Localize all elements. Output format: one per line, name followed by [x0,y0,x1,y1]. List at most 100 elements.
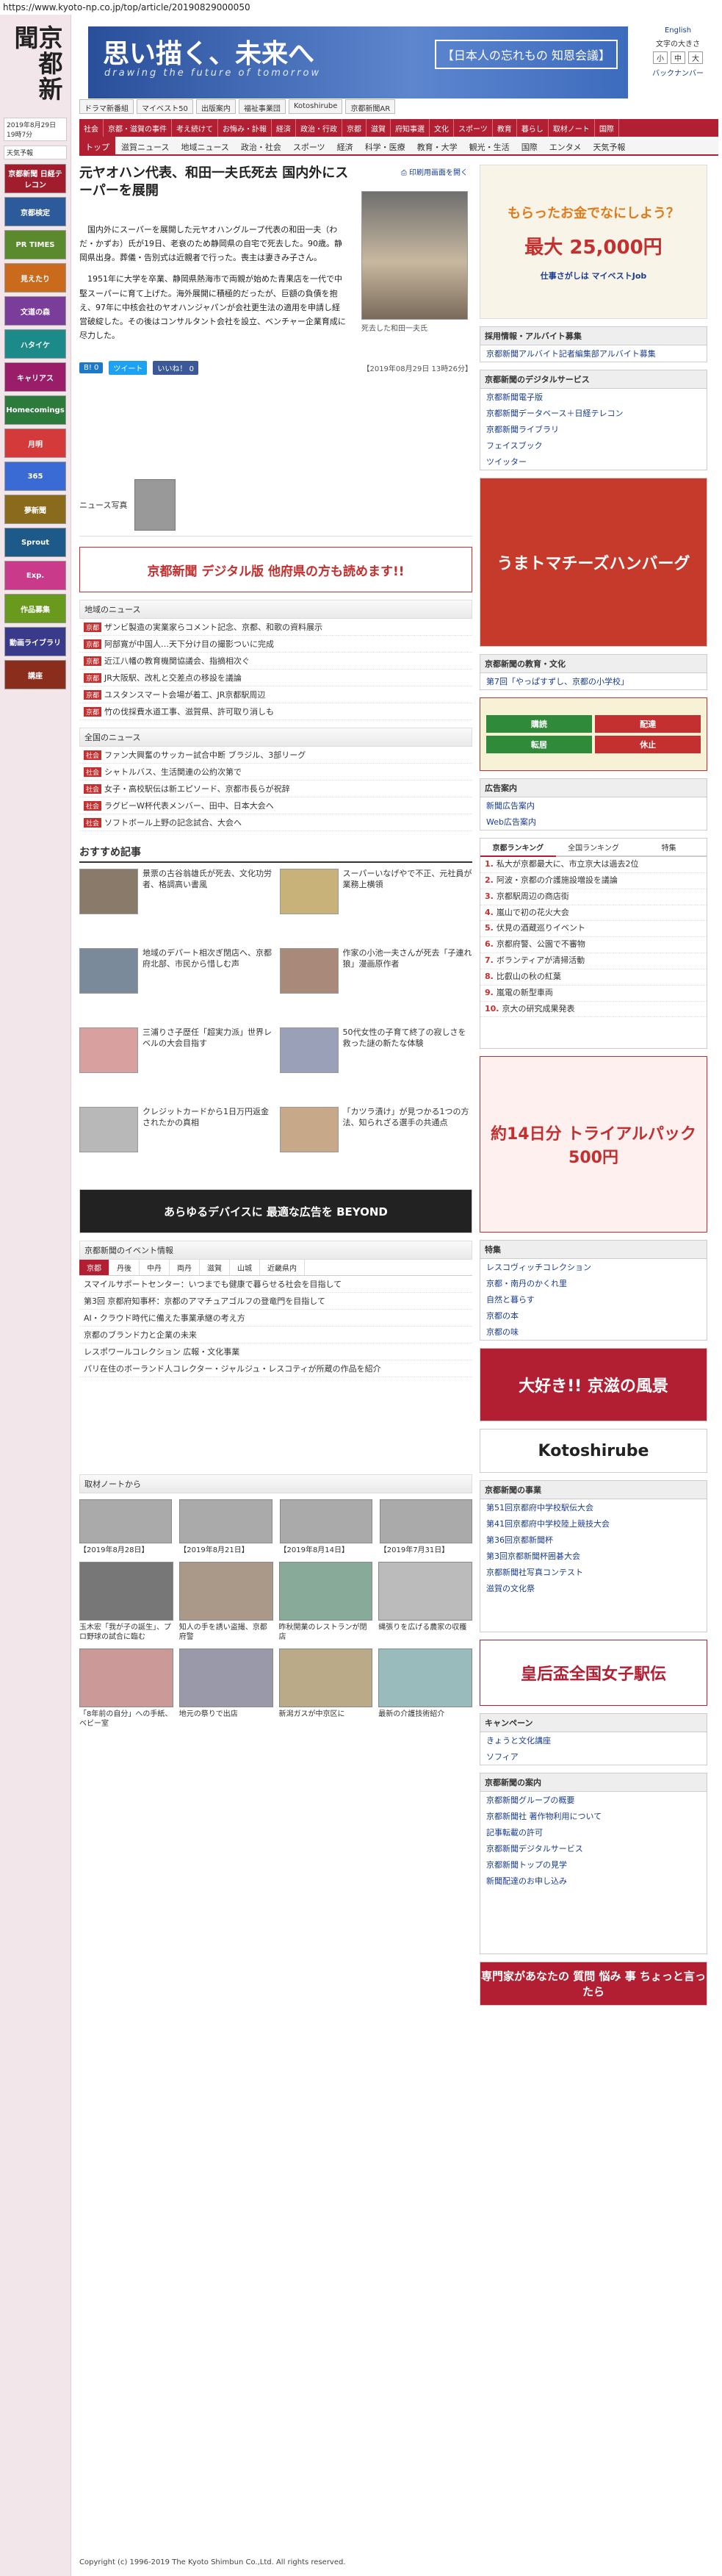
topic-nav-item[interactable]: 暮らし [517,119,549,137]
ranking-item[interactable]: 1. 私大が京都最大に、市立京大は過去2位 [480,857,707,873]
guide-link[interactable]: 京都新聞トップの見学 [480,1856,707,1873]
digital-link[interactable]: 京都新聞ライブラリ [480,421,707,437]
service-tile[interactable]: 配達 [595,715,701,733]
event-item[interactable]: 京都のブランド力と企業の未来 [79,1327,472,1343]
topic-nav-item[interactable]: お悔み・訃報 [218,119,272,137]
job-ad[interactable]: もらったお金でなにしよう？ 最大 25,000円 仕事さがしは マイベストJob [480,165,707,319]
left-banner[interactable]: 京都検定 [4,197,66,226]
service-grid-ad[interactable]: 購読 配達 転居 休止 [480,697,707,771]
font-large-button[interactable]: 大 [688,51,703,64]
event-item[interactable]: スマイルサポートセンター：いつまでも健康で暮らせる社会を目指して [79,1276,472,1293]
article-photo[interactable] [361,191,468,320]
national-news-item[interactable]: 社会 ファン大興奮のサッカー試合中断 ブラジル、3部リーグ [79,747,472,764]
note-card[interactable]: 【2019年8月28日】 [79,1499,173,1556]
topic-nav-item[interactable]: 府知事選 [391,119,430,137]
font-small-button[interactable]: 小 [653,51,668,64]
national-news-item[interactable]: 社会 シャトルバス、生活関連の公約次第で [79,764,472,781]
news-photo-thumb[interactable] [134,478,176,531]
recommend-card[interactable]: 「カツラ漬け」が見つかる1つの方法、知られざる選手の共通点 [279,1107,473,1177]
topic-nav-item[interactable]: 政治・行政 [296,119,342,137]
category-nav-item[interactable]: 天気予報 [587,137,631,154]
digital-link[interactable]: フェイスブック [480,437,707,453]
font-mid-button[interactable]: 中 [671,51,685,64]
event-item[interactable]: 第3回 京都府知事杯：京都のアマチュアゴルフの登竜門を目指して [79,1293,472,1310]
service-nav-item[interactable]: 福祉事業団 [238,99,286,114]
bottom-card[interactable]: 最新の介護技術紹介 [378,1648,472,1729]
service-nav-item[interactable]: 京都新聞AR [345,99,396,114]
note-card[interactable]: 【2019年8月14日】 [279,1499,372,1556]
service-tile[interactable]: 休止 [595,736,701,753]
left-banner[interactable]: 見えたり [4,263,66,293]
bottom-card[interactable]: 地元の祭りで出店 [178,1648,273,1729]
project-link[interactable]: 京都新聞社写真コンテスト [480,1564,707,1580]
recommend-card[interactable]: 50代女性の子育て終了の寂しさを救った謎の新たな体験 [279,1027,473,1098]
print-link[interactable]: ⎙ 印刷用画面を開く [401,166,468,177]
bottom-card[interactable]: 縄張りを広げる農家の収穫 [378,1561,472,1643]
left-banner[interactable]: 365 [4,462,66,491]
like-button[interactable]: いいね！ 0 [153,360,198,375]
english-link[interactable]: English [638,26,718,35]
topic-nav-item[interactable]: 国際 [595,119,619,137]
kotoshirube-banner[interactable]: Kotoshirube [480,1429,707,1473]
site-logo[interactable]: 京都新聞 [10,25,63,113]
topic-nav-item[interactable]: 取材ノート [549,119,595,137]
digital-edition-banner[interactable]: 京都新聞 デジタル版 他府県の方も読めます!! [79,547,472,592]
left-banner[interactable]: Exp. [4,561,66,590]
category-nav-item[interactable]: 経済 [331,137,359,154]
events-tab[interactable]: 両丹 [170,1260,200,1275]
digital-link[interactable]: 京都新聞データベース＋日経テレコン [480,405,707,421]
ad-info-link[interactable]: Web広告案内 [480,814,707,830]
left-banner[interactable]: 文道の森 [4,296,66,326]
national-news-item[interactable]: 社会 女子・高校駅伝は新エピソード、京都市長らが祝辞 [79,781,472,797]
category-nav-item[interactable]: 教育・大学 [411,137,463,154]
national-news-item[interactable]: 社会 ソフトボール上野の記念試合、大会へ [79,814,472,831]
service-tile[interactable]: 購読 [485,715,592,733]
left-banner[interactable]: キャリアス [4,362,66,392]
service-nav-item[interactable]: 出版案内 [195,99,236,114]
left-banner[interactable]: PR TIMES [4,230,66,259]
recommend-card[interactable]: 作家の小池一夫さんが死去「子連れ狼」漫画原作者 [279,948,473,1019]
campaign-link[interactable]: きょうと文化講座 [480,1732,707,1748]
category-nav-item[interactable]: 科学・医療 [359,137,411,154]
backnumber-link[interactable]: バックナンバー [638,67,718,78]
left-banner[interactable]: 講座 [4,660,66,689]
ranking-item[interactable]: 10. 京大の研究成果発表 [480,1002,707,1018]
ranking-item[interactable]: 4. 嵐山で初の花火大会 [480,905,707,922]
regional-news-item[interactable]: 京都 阿部寛が中国人…天下分け目の撮影ついに完成 [79,636,472,653]
bottom-card[interactable]: 知人の手を誘い盗撮、京都府警 [178,1561,273,1643]
bottom-card[interactable]: 昨秋開業のレストランが閉店 [278,1561,373,1643]
topic-nav-item[interactable]: スポーツ [454,119,493,137]
national-news-item[interactable]: 社会 ラグビーW杯代表メンバー、田中、日本大会へ [79,797,472,814]
digital-link[interactable]: 京都新聞電子版 [480,389,707,405]
ranking-item[interactable]: 2. 阿波・京都の介護施設増設を議論 [480,873,707,889]
event-item[interactable]: AI・クラウド時代に備えた事業承継の考え方 [79,1310,472,1327]
topic-nav-item[interactable]: 社会 [79,119,104,137]
event-item[interactable]: レスポワールコレクション 広報・文化事業 [79,1343,472,1360]
supplement-ad[interactable]: 約14日分 トライアルパック 500円 [480,1056,707,1233]
special-link[interactable]: 京都の味 [480,1324,707,1340]
project-link[interactable]: 第51回京都府中学校駅伝大会 [480,1499,707,1515]
guide-link[interactable]: 京都新聞グループの概要 [480,1792,707,1808]
events-tab[interactable]: 滋賀 [200,1260,230,1275]
hatena-button[interactable]: B! 0 [79,362,104,373]
project-link[interactable]: 第36回京都新聞杯 [480,1532,707,1548]
topic-nav-item[interactable]: 京都 [342,119,367,137]
special-link[interactable]: 自然と暮らす [480,1291,707,1307]
project-link[interactable]: 滋賀の文化祭 [480,1580,707,1596]
event-item[interactable]: パリ在住のボーランド人コレクター・ジャルジュ・レスコティが所蔵の作品を紹介 [79,1360,472,1377]
header-banner[interactable]: 思い描く、未来へ drawing the future of tomorrow … [88,26,628,98]
note-card[interactable]: 【2019年7月31日】 [379,1499,472,1556]
left-banner[interactable]: ハタイケ [4,329,66,359]
special-link[interactable]: 京都の本 [480,1307,707,1324]
ekiden-banner[interactable]: 皇后盃全国女子駅伝 [480,1640,707,1706]
consult-ad[interactable]: 専門家があなたの 質問 悩み 事 ちょっと言ったら [480,1962,707,2006]
events-tab[interactable]: 中丹 [140,1260,170,1275]
topic-nav-item[interactable]: 滋賀 [367,119,391,137]
project-link[interactable]: 第41回京都府中学校陸上競技大会 [480,1515,707,1532]
ranking-item[interactable]: 3. 京都駅周辺の商店街 [480,889,707,905]
photo-contest-banner[interactable]: 大好き!! 京滋の風景 [480,1348,707,1421]
topic-nav-item[interactable]: 文化 [430,119,454,137]
ranking-item[interactable]: 7. ボランティアが清掃活動 [480,953,707,969]
left-banner[interactable]: Homecomings [4,395,66,425]
ranking-item[interactable]: 8. 比叡山の秋の紅葉 [480,969,707,986]
